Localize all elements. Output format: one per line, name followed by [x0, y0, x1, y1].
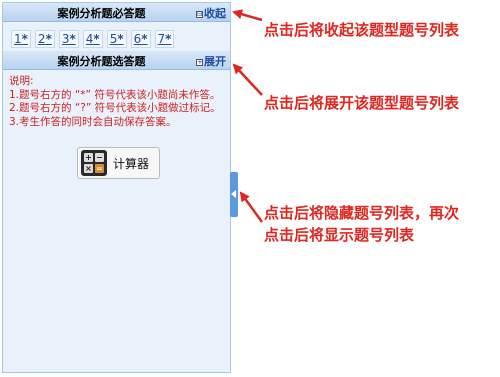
- annotation-collapse: 点击后将收起该题型题号列表: [264, 21, 460, 39]
- annotation-arrow-hide: [239, 191, 264, 223]
- annotation-arrows: [232, 9, 264, 223]
- annotation-arrow-collapse: [232, 9, 263, 22]
- annotation-arrow-expand: [232, 63, 263, 96]
- annotation-expand: 点击后将展开该题型题号列表: [264, 94, 460, 112]
- annotation-hide-line1: 点击后将隐藏题号列表，再次: [264, 204, 460, 222]
- annotation-hide-line2: 点击后将显示题号列表: [264, 226, 415, 244]
